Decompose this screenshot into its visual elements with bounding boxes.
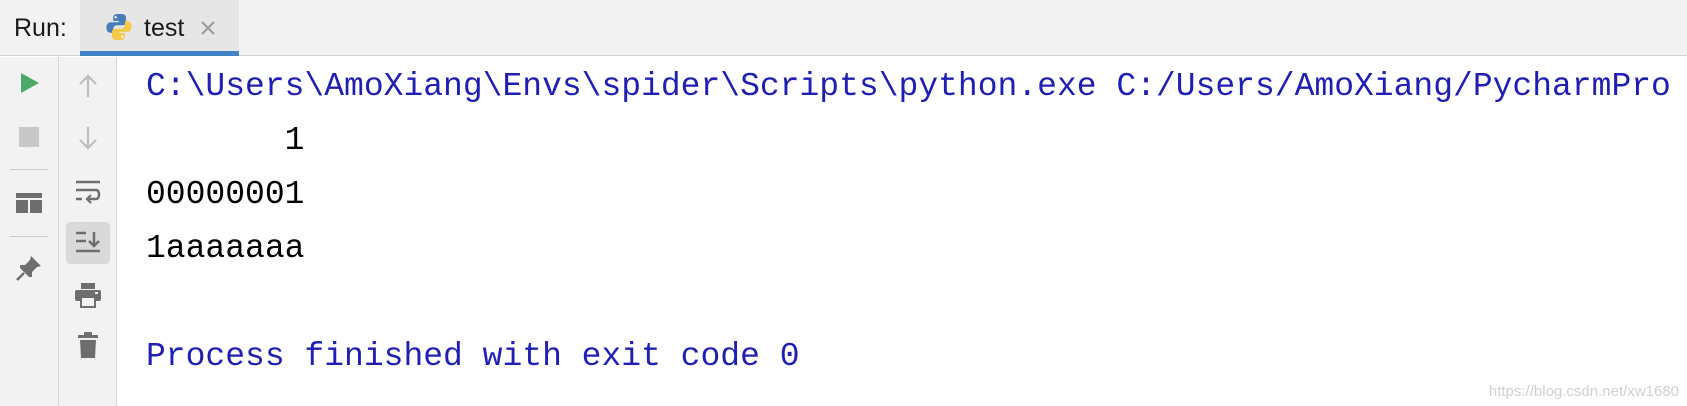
console-output[interactable]: C:\Users\AmoXiang\Envs\spider\Scripts\py… xyxy=(146,60,1687,384)
arrow-down-icon xyxy=(79,127,97,150)
stop-icon xyxy=(19,127,39,147)
console-output-line: 1aaaaaaa xyxy=(146,230,305,267)
active-tab-indicator xyxy=(80,51,239,56)
arrow-up-icon xyxy=(79,74,97,97)
primary-toolbar xyxy=(0,57,59,406)
layout-icon xyxy=(16,193,42,213)
up-stack-button[interactable] xyxy=(68,66,108,106)
toolbar-divider xyxy=(10,169,48,170)
python-icon xyxy=(104,12,134,42)
print-icon xyxy=(75,283,101,308)
watermark: https://blog.csdn.net/xw1680 xyxy=(1488,383,1679,400)
scroll-to-end-icon xyxy=(76,231,100,253)
pin-tab-button[interactable] xyxy=(9,248,49,288)
close-icon[interactable] xyxy=(198,18,218,38)
console-system-line: Process finished with exit code 0 xyxy=(146,338,800,375)
tab-label: test xyxy=(144,14,185,42)
print-button[interactable] xyxy=(68,275,108,315)
run-tool-window-header: Run: test xyxy=(0,0,1687,56)
trash-icon xyxy=(78,332,98,358)
soft-wrap-button[interactable] xyxy=(68,171,108,211)
clear-all-button[interactable] xyxy=(68,325,108,365)
stop-button[interactable] xyxy=(9,117,49,157)
play-icon xyxy=(21,73,39,93)
down-stack-button[interactable] xyxy=(68,118,108,158)
rerun-button[interactable] xyxy=(9,63,49,103)
console-system-line: C:\Users\AmoXiang\Envs\spider\Scripts\py… xyxy=(146,68,1671,105)
layout-button[interactable] xyxy=(9,183,49,223)
pin-icon xyxy=(16,256,41,281)
soft-wrap-icon xyxy=(76,180,101,204)
console-output-line: 00000001 xyxy=(146,176,305,213)
toolbar-divider xyxy=(10,236,48,237)
scroll-to-end-button[interactable] xyxy=(68,223,108,263)
run-label: Run: xyxy=(14,14,67,42)
console-output-line: 1 xyxy=(146,122,305,159)
